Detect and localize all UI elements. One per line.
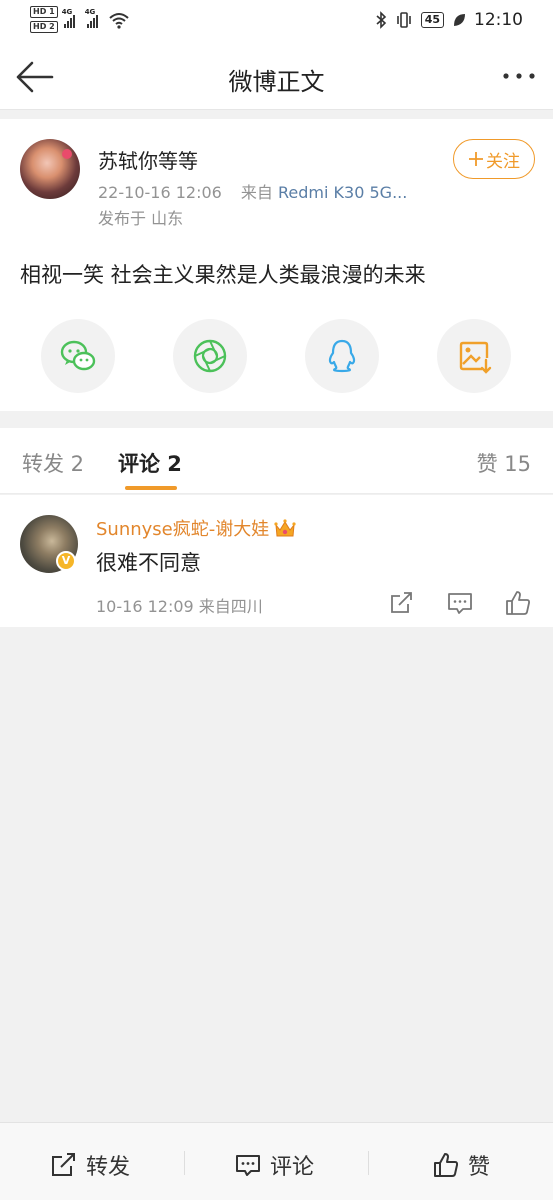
sim-labels: HD 1 HD 2 xyxy=(30,6,58,33)
battery-icon: 45 xyxy=(420,12,444,28)
divider xyxy=(184,1151,185,1175)
share-moments-button[interactable] xyxy=(173,319,247,393)
bottom-comment-button[interactable]: 评论 xyxy=(234,1149,314,1181)
post-date: 22-10-16 12:06 xyxy=(98,183,222,202)
save-image-icon xyxy=(459,341,492,374)
follow-button[interactable]: 关注 xyxy=(453,139,535,179)
wifi-icon xyxy=(109,12,129,29)
share-qq-button[interactable] xyxy=(305,319,379,393)
comment-item: V Sunnyse疯蛇-谢大娃 很难不同意 10-16 12:09 来自四川 xyxy=(0,495,553,627)
tab-like[interactable]: 赞 15 xyxy=(477,448,531,478)
bottom-repost-label: 转发 xyxy=(86,1155,131,1180)
author-avatar[interactable] xyxy=(20,139,80,199)
share-wechat-button[interactable] xyxy=(41,319,115,393)
moments-icon xyxy=(193,339,227,373)
wechat-icon xyxy=(60,340,96,371)
qq-icon xyxy=(328,339,356,373)
network1-label: 4G xyxy=(61,7,73,16)
post-source-prefix: 来自 xyxy=(240,183,273,202)
interaction-tabs: 转发 2 评论 2 赞 15 xyxy=(0,428,553,494)
signal-icon: 4G xyxy=(62,8,75,28)
eco-leaf-icon xyxy=(454,14,465,26)
bluetooth-icon xyxy=(376,11,386,29)
post-text: 相视一笑 社会主义果然是人类最浪漫的未来 xyxy=(20,263,426,287)
share-row xyxy=(0,319,553,395)
post-card: 苏轼你等等 22-10-16 12:06 来自 Redmi K30 5G... … xyxy=(0,119,553,411)
commenter-name-row: Sunnyse疯蛇-谢大娃 xyxy=(96,515,297,541)
bottom-repost-button[interactable]: 转发 xyxy=(50,1149,130,1181)
bottom-like-button[interactable]: 赞 xyxy=(432,1149,490,1181)
tab-comment[interactable]: 评论 2 xyxy=(118,448,182,478)
bottom-like-label: 赞 xyxy=(468,1155,491,1180)
bottom-comment-label: 评论 xyxy=(270,1155,315,1180)
comment-icon xyxy=(236,1155,260,1176)
divider xyxy=(368,1151,369,1175)
comment-text: 很难不同意 xyxy=(96,551,201,575)
follow-label: 关注 xyxy=(486,151,520,172)
repost-comment-icon[interactable] xyxy=(388,589,416,617)
clock: 12:10 xyxy=(474,10,523,30)
reply-comment-icon[interactable] xyxy=(446,589,474,617)
sim1-label: HD 1 xyxy=(30,6,58,18)
sim2-label: HD 2 xyxy=(30,21,58,33)
signal-icon: 4G xyxy=(85,8,98,28)
commenter-name[interactable]: Sunnyse疯蛇-谢大娃 xyxy=(96,515,269,541)
page-title: 微博正文 xyxy=(228,68,325,96)
crown-icon xyxy=(274,519,296,537)
like-comment-icon[interactable] xyxy=(504,589,532,617)
plus-icon xyxy=(469,152,483,166)
status-left: HD 1 HD 2 4G 4G xyxy=(30,6,130,33)
verified-badge: V xyxy=(56,551,76,571)
comment-meta: 10-16 12:09 来自四川 xyxy=(96,597,263,616)
author-name[interactable]: 苏轼你等等 xyxy=(98,145,198,174)
save-image-button[interactable] xyxy=(437,319,511,393)
tab-repost[interactable]: 转发 2 xyxy=(22,448,84,478)
more-options-icon[interactable] xyxy=(501,66,537,86)
nav-bar: 微博正文 xyxy=(0,44,553,110)
status-bar: HD 1 HD 2 4G 4G 45 12:10 xyxy=(0,0,553,44)
post-device[interactable]: Redmi K30 5G... xyxy=(278,183,407,202)
network2-label: 4G xyxy=(84,7,96,16)
bottom-action-bar: 转发 评论 赞 xyxy=(0,1122,553,1200)
like-icon xyxy=(434,1153,459,1177)
vibrate-icon xyxy=(396,12,411,28)
post-meta: 22-10-16 12:06 来自 Redmi K30 5G... xyxy=(98,179,407,203)
status-right: 45 12:10 xyxy=(375,10,523,30)
post-location: 发布于 山东 xyxy=(98,209,184,228)
active-tab-indicator xyxy=(125,486,177,490)
repost-icon xyxy=(52,1153,75,1176)
